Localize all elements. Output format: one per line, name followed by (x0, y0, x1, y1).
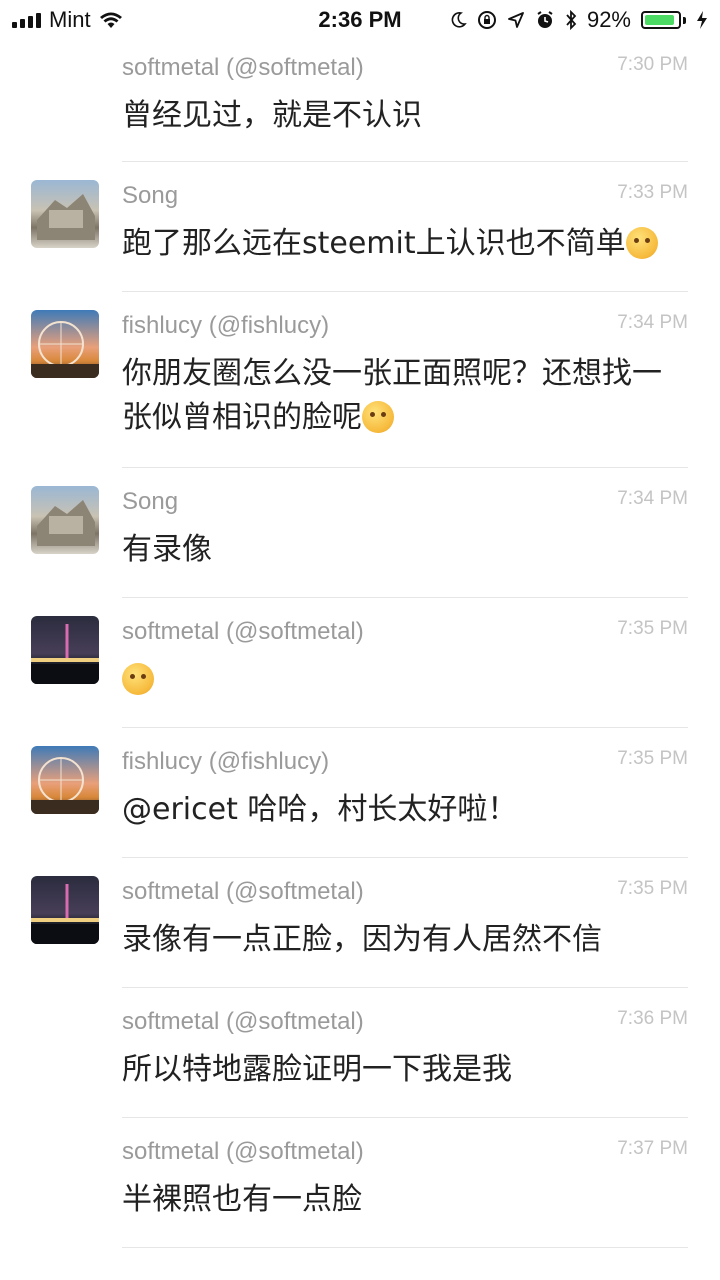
message-text: 曾经见过，就是不认识 (122, 98, 422, 133)
message-time: 7:34 PM (617, 312, 688, 333)
message-item[interactable]: Song 7:33 PM 跑了那么远在steemit上认识也不简单 (0, 162, 720, 292)
message-text: 跑了那么远在steemit上认识也不简单 (122, 226, 626, 261)
rotation-lock-icon (477, 11, 496, 29)
wifi-icon (99, 12, 122, 28)
message-text: 录像有一点正脸，因为有人居然不信 (122, 922, 602, 957)
message-body: 曾经见过，就是不认识 (122, 86, 680, 138)
message-body: 有录像 (122, 520, 680, 572)
status-right: 92% (449, 7, 720, 33)
message-item[interactable]: Song 7:34 PM 有录像 (0, 468, 720, 598)
message-item[interactable]: softmetal (@softmetal) 7:30 PM 曾经见过，就是不认识 (0, 50, 720, 162)
sender-name[interactable]: softmetal (@softmetal) (122, 54, 364, 81)
message-time: 7:35 PM (617, 748, 688, 769)
message-header: fishlucy (@fishlucy) 7:35 PM (122, 744, 688, 780)
message-item[interactable]: fishlucy (@fishlucy) 7:34 PM 你朋友圈怎么没一张正面照呢… (0, 292, 720, 468)
message-header: softmetal (@softmetal) 7:35 PM (122, 614, 688, 650)
avatar[interactable] (31, 746, 99, 814)
message-header: softmetal (@softmetal) 7:36 PM (122, 1004, 688, 1040)
message-time: 7:30 PM (617, 54, 688, 75)
message-header: softmetal (@softmetal) 7:37 PM (122, 1134, 688, 1170)
message-time: 7:35 PM (617, 878, 688, 899)
sender-name[interactable]: Song (122, 182, 178, 209)
message-list[interactable]: softmetal (@softmetal) 7:30 PM 曾经见过，就是不认识 S… (0, 50, 720, 1248)
message-text: 所以特地露脸证明一下我是我 (122, 1052, 512, 1087)
thinking-face-emoji (625, 227, 658, 259)
message-divider (122, 1247, 688, 1248)
sender-name[interactable]: softmetal (@softmetal) (122, 1008, 364, 1035)
message-body: 半裸照也有一点脸 (122, 1170, 680, 1222)
message-text: 半裸照也有一点脸 (122, 1182, 362, 1217)
avatar[interactable] (31, 486, 99, 554)
message-time: 7:35 PM (617, 618, 688, 639)
message-header: Song 7:33 PM (122, 178, 688, 214)
moon-icon (451, 12, 467, 28)
message-header: softmetal (@softmetal) 7:35 PM (122, 874, 688, 910)
carrier-name: Mint (49, 7, 91, 32)
sender-name[interactable]: softmetal (@softmetal) (122, 878, 364, 905)
message-item[interactable]: softmetal (@softmetal) 7:35 PM (0, 598, 720, 728)
location-icon (508, 12, 524, 28)
charging-icon (697, 11, 707, 29)
status-left: Mint (0, 7, 123, 33)
avatar[interactable] (31, 876, 99, 944)
message-text: @ericet 哈哈，村长太好啦！ (122, 792, 518, 827)
sender-name[interactable]: Song (122, 488, 178, 515)
message-item[interactable]: softmetal (@softmetal) 7:36 PM 所以特地露脸证明一下我… (0, 988, 720, 1118)
message-header: softmetal (@softmetal) 7:30 PM (122, 50, 688, 86)
bluetooth-icon (566, 10, 577, 30)
message-body (122, 650, 680, 702)
message-body: 跑了那么远在steemit上认识也不简单 (122, 214, 680, 266)
message-time: 7:36 PM (617, 1008, 688, 1029)
message-body: 所以特地露脸证明一下我是我 (122, 1040, 680, 1092)
message-time: 7:33 PM (617, 182, 688, 203)
message-header: Song 7:34 PM (122, 484, 688, 520)
message-header: fishlucy (@fishlucy) 7:34 PM (122, 308, 688, 344)
avatar[interactable] (31, 616, 99, 684)
message-body: 你朋友圈怎么没一张正面照呢？还想找一张似曾相识的脸呢 (122, 344, 680, 440)
message-item[interactable]: softmetal (@softmetal) 7:35 PM 录像有一点正脸，因为有… (0, 858, 720, 988)
battery-percent: 92% (586, 7, 631, 32)
message-item[interactable]: fishlucy (@fishlucy) 7:35 PM @ericet 哈哈，村长… (0, 728, 720, 858)
status-bar: Mint 2:36 PM 92% (0, 0, 720, 40)
message-time: 7:37 PM (617, 1138, 688, 1159)
alarm-icon (537, 11, 553, 28)
message-body: @ericet 哈哈，村长太好啦！ (122, 780, 680, 832)
sender-name[interactable]: fishlucy (@fishlucy) (122, 748, 329, 775)
sender-name[interactable]: softmetal (@softmetal) (122, 1138, 364, 1165)
signal-icon (12, 12, 41, 28)
battery-icon (641, 11, 686, 29)
message-time: 7:34 PM (617, 488, 688, 509)
message-item[interactable]: softmetal (@softmetal) 7:37 PM 半裸照也有一点脸 (0, 1118, 720, 1248)
flushed-face-emoji (362, 401, 394, 433)
sender-name[interactable]: softmetal (@softmetal) (122, 618, 364, 645)
message-text: 有录像 (122, 532, 212, 567)
message-body: 录像有一点正脸，因为有人居然不信 (122, 910, 680, 962)
avatar[interactable] (31, 180, 99, 248)
pleading-face-emoji (122, 663, 154, 695)
avatar[interactable] (31, 310, 99, 378)
sender-name[interactable]: fishlucy (@fishlucy) (122, 312, 329, 339)
